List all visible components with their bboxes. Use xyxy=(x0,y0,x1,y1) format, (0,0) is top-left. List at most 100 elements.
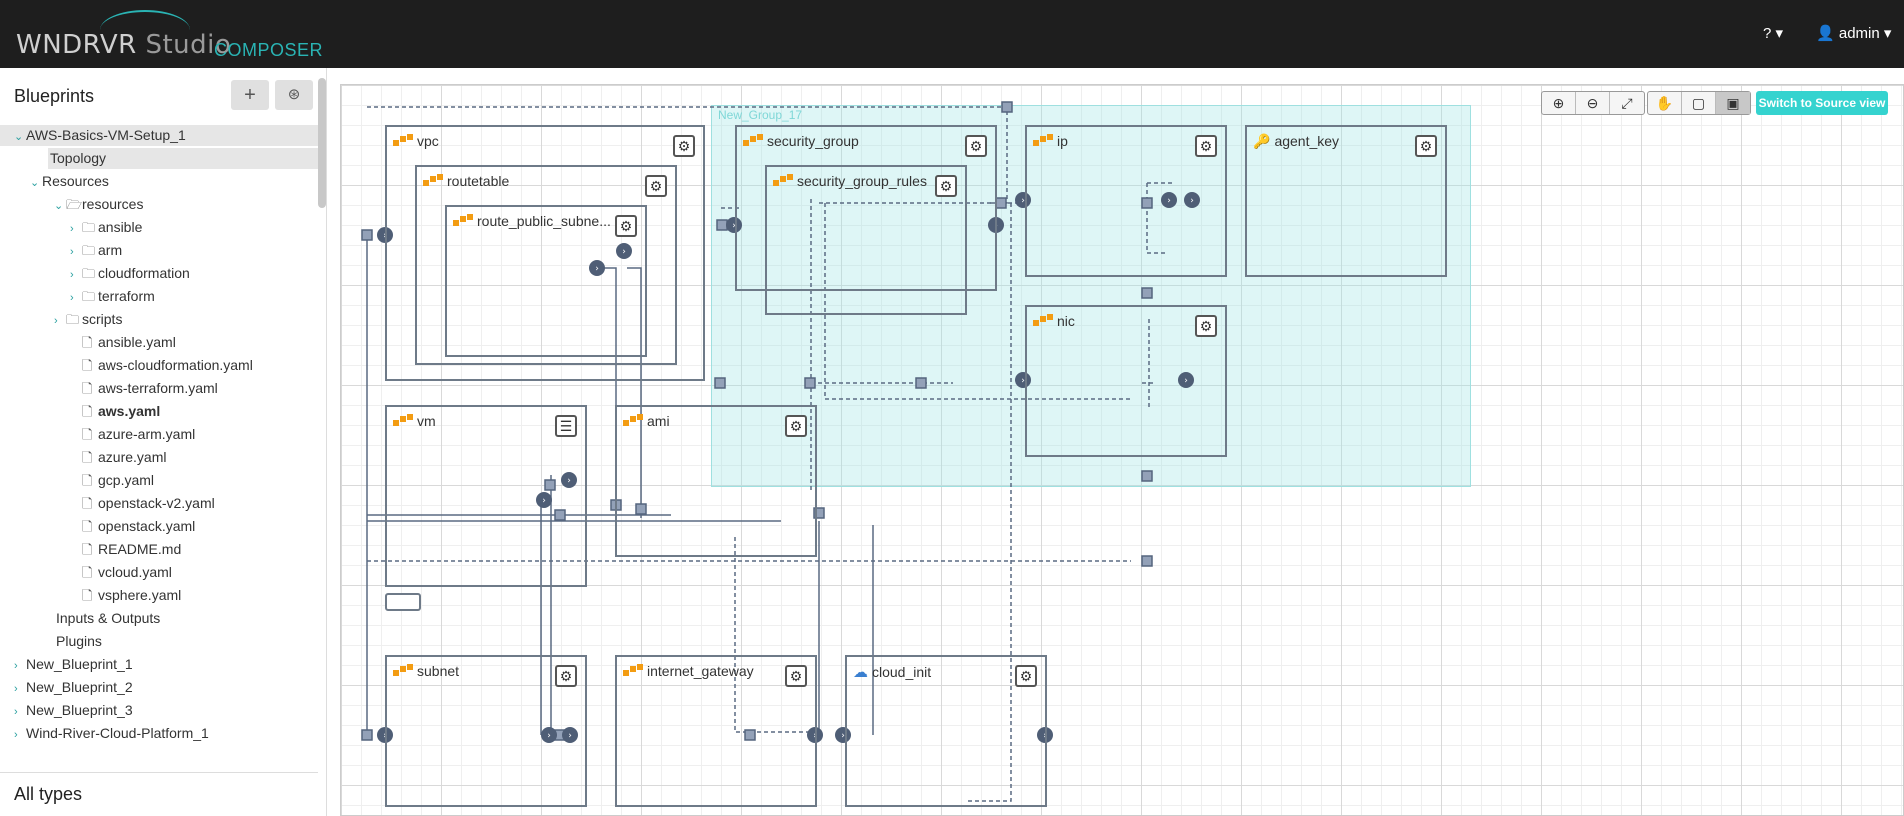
chevron-icon[interactable]: › xyxy=(14,656,26,677)
chevron-icon[interactable]: › xyxy=(54,311,66,332)
gear-icon[interactable]: ⚙ xyxy=(555,665,577,687)
aws-icon xyxy=(1033,134,1053,148)
node-label: internet_gateway xyxy=(647,663,754,679)
tree-item[interactable]: 🗋 aws-cloudformation.yaml xyxy=(0,355,318,376)
chevron-icon[interactable]: ⌄ xyxy=(30,173,42,194)
node-ip[interactable]: ip ⚙ xyxy=(1025,125,1227,277)
tree-item[interactable]: › New_Blueprint_1 xyxy=(0,654,318,675)
logo[interactable]: WNDRVR Studio xyxy=(16,30,231,60)
tree-item[interactable]: 🗋 gcp.yaml xyxy=(0,470,318,491)
gear-icon[interactable]: ⚙ xyxy=(615,215,637,237)
file-icon: 🗋 xyxy=(82,450,93,465)
gear-icon[interactable]: ⚙ xyxy=(785,665,807,687)
aws-icon xyxy=(423,174,443,188)
tree-item-label: New_Blueprint_2 xyxy=(26,679,133,695)
aws-icon xyxy=(773,174,793,188)
tree-item[interactable]: › 🗀 cloudformation xyxy=(0,263,318,284)
pan-hand-icon[interactable]: ✋ xyxy=(1648,92,1682,114)
chevron-icon[interactable]: ⌄ xyxy=(14,127,26,148)
tree-item[interactable]: 🗋 aws.yaml xyxy=(0,401,318,422)
tree-item-label: gcp.yaml xyxy=(98,472,155,488)
tree-item[interactable]: › 🗀 ansible xyxy=(0,217,318,238)
tree-item[interactable]: 🗋 azure-arm.yaml xyxy=(0,424,318,445)
upload-blueprint-button[interactable]: ⊛ xyxy=(275,80,313,110)
tree-item[interactable]: › 🗀 arm xyxy=(0,240,318,261)
tree-item[interactable]: 🗋 aws-terraform.yaml xyxy=(0,378,318,399)
tree-item[interactable]: 🗋 ansible.yaml xyxy=(0,332,318,353)
tree-item[interactable]: ⌄ 🗁resources xyxy=(0,194,318,215)
gear-icon[interactable]: ⚙ xyxy=(1195,135,1217,157)
tree-item-label: aws-terraform.yaml xyxy=(98,380,218,396)
tree-item[interactable]: 🗋 openstack.yaml xyxy=(0,516,318,537)
node-security-group-rules[interactable]: security_group_rules ⚙ xyxy=(765,165,967,315)
sidebar-scrollbar[interactable] xyxy=(318,78,326,208)
add-blueprint-button[interactable]: + xyxy=(231,80,269,110)
tree-item[interactable]: › 🗀 scripts xyxy=(0,309,318,330)
node-cloud-init[interactable]: ☁ cloud_init ⚙ xyxy=(845,655,1047,807)
gear-icon[interactable]: ⚙ xyxy=(785,415,807,437)
tree-item[interactable]: 🗋 vsphere.yaml xyxy=(0,585,318,606)
help-menu[interactable]: ? ▾ xyxy=(1763,24,1783,42)
tree-item[interactable]: › 🗀 terraform xyxy=(0,286,318,307)
aws-icon xyxy=(623,664,643,678)
gear-icon[interactable]: ⚙ xyxy=(645,175,667,197)
chevron-icon[interactable]: › xyxy=(14,702,26,723)
tree-item[interactable]: Inputs & Outputs xyxy=(0,608,318,629)
server-icon[interactable]: ☰ xyxy=(555,415,577,437)
user-menu[interactable]: 👤 admin ▾ xyxy=(1816,24,1891,42)
fit-icon[interactable]: ⤢ xyxy=(1610,92,1644,114)
gear-icon[interactable]: ⚙ xyxy=(673,135,695,157)
node-label: routetable xyxy=(447,173,510,189)
gear-icon[interactable]: ⚙ xyxy=(935,175,957,197)
gear-icon[interactable]: ⚙ xyxy=(1415,135,1437,157)
node-label: ip xyxy=(1057,133,1068,149)
tree-item-label: aws-cloudformation.yaml xyxy=(98,357,253,373)
zoom-out-icon[interactable]: ⊖ xyxy=(1576,92,1610,114)
select-icon[interactable]: ▢ xyxy=(1682,92,1716,114)
tree-item[interactable]: ⌄ Resources xyxy=(0,171,318,192)
node-label: vpc xyxy=(417,133,439,149)
node-label: vm xyxy=(417,413,436,429)
tree-item-label: AWS-Basics-VM-Setup_1 xyxy=(26,127,186,143)
node-tab[interactable] xyxy=(385,593,421,611)
node-route-public-subnet[interactable]: route_public_subne... ⚙ xyxy=(445,205,647,357)
file-icon: 🗋 xyxy=(82,496,93,511)
tree-item[interactable]: 🗋 README.md xyxy=(0,539,318,560)
tree-item[interactable]: 🗋 openstack-v2.yaml xyxy=(0,493,318,514)
tree-item[interactable]: › New_Blueprint_2 xyxy=(0,677,318,698)
gear-icon[interactable]: ⚙ xyxy=(1195,315,1217,337)
tree-item[interactable]: Topology xyxy=(48,148,318,169)
chevron-icon[interactable]: ⌄ xyxy=(54,196,66,217)
topology-canvas[interactable]: New_Group_17 › › › › › › › › › › › › › ›… xyxy=(340,84,1904,816)
node-ami[interactable]: ami ⚙ xyxy=(615,405,817,557)
gear-icon[interactable]: ⚙ xyxy=(1015,665,1037,687)
gear-icon[interactable]: ⚙ xyxy=(965,135,987,157)
node-nic[interactable]: nic ⚙ xyxy=(1025,305,1227,457)
node-label: ami xyxy=(647,413,670,429)
tree-item[interactable]: Plugins xyxy=(0,631,318,652)
tree-item-label: Topology xyxy=(50,150,107,166)
tree-item-label: aws.yaml xyxy=(98,403,161,419)
file-icon: 🗋 xyxy=(82,335,93,350)
tree-item[interactable]: ⌄ AWS-Basics-VM-Setup_1 xyxy=(0,125,318,146)
tree-item-label: vsphere.yaml xyxy=(98,587,182,603)
tree-item[interactable]: 🗋 azure.yaml xyxy=(0,447,318,468)
node-subnet[interactable]: subnet ⚙ xyxy=(385,655,587,807)
chevron-icon[interactable]: › xyxy=(70,219,82,240)
tree-item[interactable]: › Wind-River-Cloud-Platform_1 xyxy=(0,723,318,744)
group-select-icon[interactable]: ▣ xyxy=(1716,92,1750,114)
chevron-icon[interactable]: › xyxy=(70,288,82,309)
chevron-icon[interactable]: › xyxy=(14,725,26,746)
tree-item[interactable]: 🗋 vcloud.yaml xyxy=(0,562,318,583)
chevron-icon[interactable]: › xyxy=(14,679,26,700)
tree-item[interactable]: › New_Blueprint_3 xyxy=(0,700,318,721)
file-icon: 🗋 xyxy=(82,519,93,534)
node-agent-key[interactable]: 🔑 agent_key ⚙ xyxy=(1245,125,1447,277)
chevron-icon[interactable]: › xyxy=(70,242,82,263)
switch-source-view-button[interactable]: Switch to Source view xyxy=(1756,91,1888,115)
node-internet-gateway[interactable]: internet_gateway ⚙ xyxy=(615,655,817,807)
chevron-icon[interactable]: › xyxy=(70,265,82,286)
node-vm[interactable]: vm ☰ xyxy=(385,405,587,587)
zoom-in-icon[interactable]: ⊕ xyxy=(1542,92,1576,114)
tree-item-label: arm xyxy=(98,242,123,258)
